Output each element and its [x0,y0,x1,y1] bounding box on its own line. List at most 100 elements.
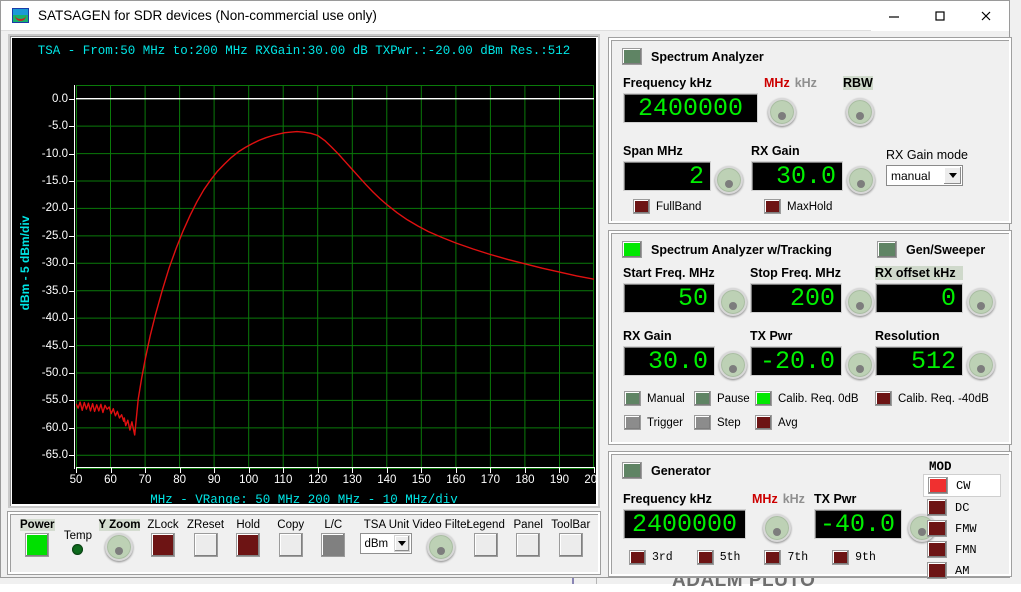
tr-calib-40db-checkbox[interactable] [875,391,892,406]
harmonic-option-7th[interactable]: 7th [764,550,808,565]
tr-rx-offset-knob[interactable] [967,288,995,316]
harmonic-checkbox[interactable] [629,550,646,565]
sa-frequency-value[interactable]: 2400000 [623,93,758,123]
tr-option-step[interactable]: Step [694,415,741,430]
gen-unit-khz-label[interactable]: kHz [783,492,805,506]
toolbar-item-temp[interactable]: Temp [59,530,98,555]
toolbar-square-button[interactable] [473,533,498,557]
toolbar-square-button[interactable] [151,533,176,557]
tr-pause-checkbox[interactable] [694,391,711,406]
sa-maxhold-checkbox[interactable] [764,199,781,214]
toolbar-item-video-filter[interactable]: Video Filter [412,519,470,561]
tsa-unit-select[interactable]: dBm [360,533,413,554]
tr-manual-checkbox[interactable] [624,391,641,406]
toolbar-knob[interactable] [427,533,456,561]
sa-rxgain-value[interactable]: 30.0 [751,161,843,191]
harmonic-checkbox[interactable] [764,550,782,565]
toolbar-item-panel[interactable]: Panel [507,519,550,557]
tr-stop-freq-knob[interactable] [846,288,874,316]
toolbar-knob[interactable] [105,533,134,561]
mod-option-CW[interactable]: CW [923,474,1001,497]
mod-checkbox[interactable] [927,520,947,537]
mod-checkbox[interactable] [927,562,947,579]
toolbar-square-button[interactable] [558,533,583,557]
tr-option-manual[interactable]: Manual [624,391,685,406]
tr-resolution-knob[interactable] [967,351,995,379]
harmonic-option-3rd[interactable]: 3rd [629,550,673,565]
sa-unit-mhz-label[interactable]: MHz [764,76,790,90]
toolbar-square-button[interactable] [193,533,218,557]
sa-unit-khz-label[interactable]: kHz [795,76,817,90]
sa-rxgain-knob[interactable] [847,166,875,194]
toolbar-item-zlock[interactable]: ZLock [142,519,185,557]
spectrum-chart-panel[interactable]: TSA - From:50 MHz to:200 MHz RXGain:30.0… [8,34,600,508]
tr-avg-checkbox[interactable] [755,415,772,430]
chevron-down-icon[interactable] [394,535,411,552]
mod-option-AM[interactable]: AM [923,560,1001,581]
tr-step-checkbox[interactable] [694,415,711,430]
tr-option-trigger[interactable]: Trigger [624,415,683,430]
toolbar-item-legend[interactable]: Legend [464,519,507,557]
gen-frequency-value[interactable]: 2400000 [623,509,746,539]
sa-frequency-knob[interactable] [768,98,796,126]
toolbar-square-button[interactable] [25,533,50,557]
tr-start-freq-knob[interactable] [719,288,747,316]
temp-led-indicator[interactable] [72,544,84,555]
sa-span-value[interactable]: 2 [623,161,711,191]
tr-option-avg[interactable]: Avg [755,415,798,430]
toolbar-item-toolbar[interactable]: ToolBar [550,519,593,557]
tr-stop-freq-value[interactable]: 200 [750,283,842,313]
harmonic-checkbox[interactable] [832,550,850,565]
toolbar-item-tsa-unit[interactable]: TSA Unit dBm [355,519,419,554]
tr-rxgain-knob[interactable] [719,351,747,379]
toolbar-square-button[interactable] [321,533,346,557]
tr-trigger-checkbox[interactable] [624,415,641,430]
tr-calib-0db-checkbox[interactable] [755,391,772,406]
toolbar-item-copy[interactable]: Copy [269,519,312,557]
gen-unit-mhz-label[interactable]: MHz [752,492,778,506]
toolbar-item-l-c[interactable]: L/C [312,519,355,557]
sa-rxgain-mode-select[interactable]: manual [886,165,963,186]
maximize-icon[interactable] [917,1,963,31]
harmonic-option-5th[interactable]: 5th [696,550,740,565]
sa-span-knob[interactable] [715,166,743,194]
toolbar-item-power[interactable]: Power [16,519,59,557]
sa-fullband-checkbox[interactable] [633,199,650,214]
sa-rbw-knob[interactable] [846,98,874,126]
toolbar-square-button[interactable] [516,533,541,557]
harmonic-checkbox[interactable] [696,550,714,565]
tr-rxgain-value[interactable]: 30.0 [623,346,715,376]
spectrum-chart[interactable]: TSA - From:50 MHz to:200 MHz RXGain:30.0… [12,38,596,504]
sa-maxhold-option[interactable]: MaxHold [764,199,832,214]
mod-checkbox[interactable] [927,541,947,558]
mod-checkbox[interactable] [928,477,948,494]
toolbar-item-y-zoom[interactable]: Y Zoom [97,519,141,561]
mod-checkbox[interactable] [927,499,947,516]
toolbar-square-button[interactable] [236,533,261,557]
harmonic-option-9th[interactable]: 9th [832,550,876,565]
tr-resolution-value[interactable]: 512 [875,346,963,376]
gen-txpwr-value[interactable]: -40.0 [814,509,902,539]
tr-option-calib-0db[interactable]: Calib. Req. 0dB [755,391,859,406]
tr-option-calib-40db[interactable]: Calib. Req. -40dB [875,391,989,406]
tracking-enable-checkbox[interactable] [622,241,642,258]
tr-txpwr-knob[interactable] [846,351,874,379]
mod-option-FMN[interactable]: FMN [923,539,1001,560]
mod-option-DC[interactable]: DC [923,497,1001,518]
mod-option-FMW[interactable]: FMW [923,518,1001,539]
toolbar-item-zreset[interactable]: ZReset [184,519,227,557]
toolbar-item-hold[interactable]: Hold [227,519,270,557]
chevron-down-icon[interactable] [944,167,961,184]
minimize-icon[interactable] [871,1,917,31]
tr-txpwr-value[interactable]: -20.0 [750,346,842,376]
generator-enable-checkbox[interactable] [622,462,642,479]
tr-option-pause[interactable]: Pause [694,391,750,406]
sa-fullband-option[interactable]: FullBand [633,199,701,214]
toolbar-square-button[interactable] [278,533,303,557]
spectrum-analyzer-enable-checkbox[interactable] [622,48,642,65]
gen-sweeper-checkbox[interactable] [877,241,897,258]
gen-frequency-knob[interactable] [763,514,791,542]
tr-rx-offset-value[interactable]: 0 [875,283,963,313]
tr-start-freq-value[interactable]: 50 [623,283,715,313]
close-icon[interactable] [963,1,1009,31]
